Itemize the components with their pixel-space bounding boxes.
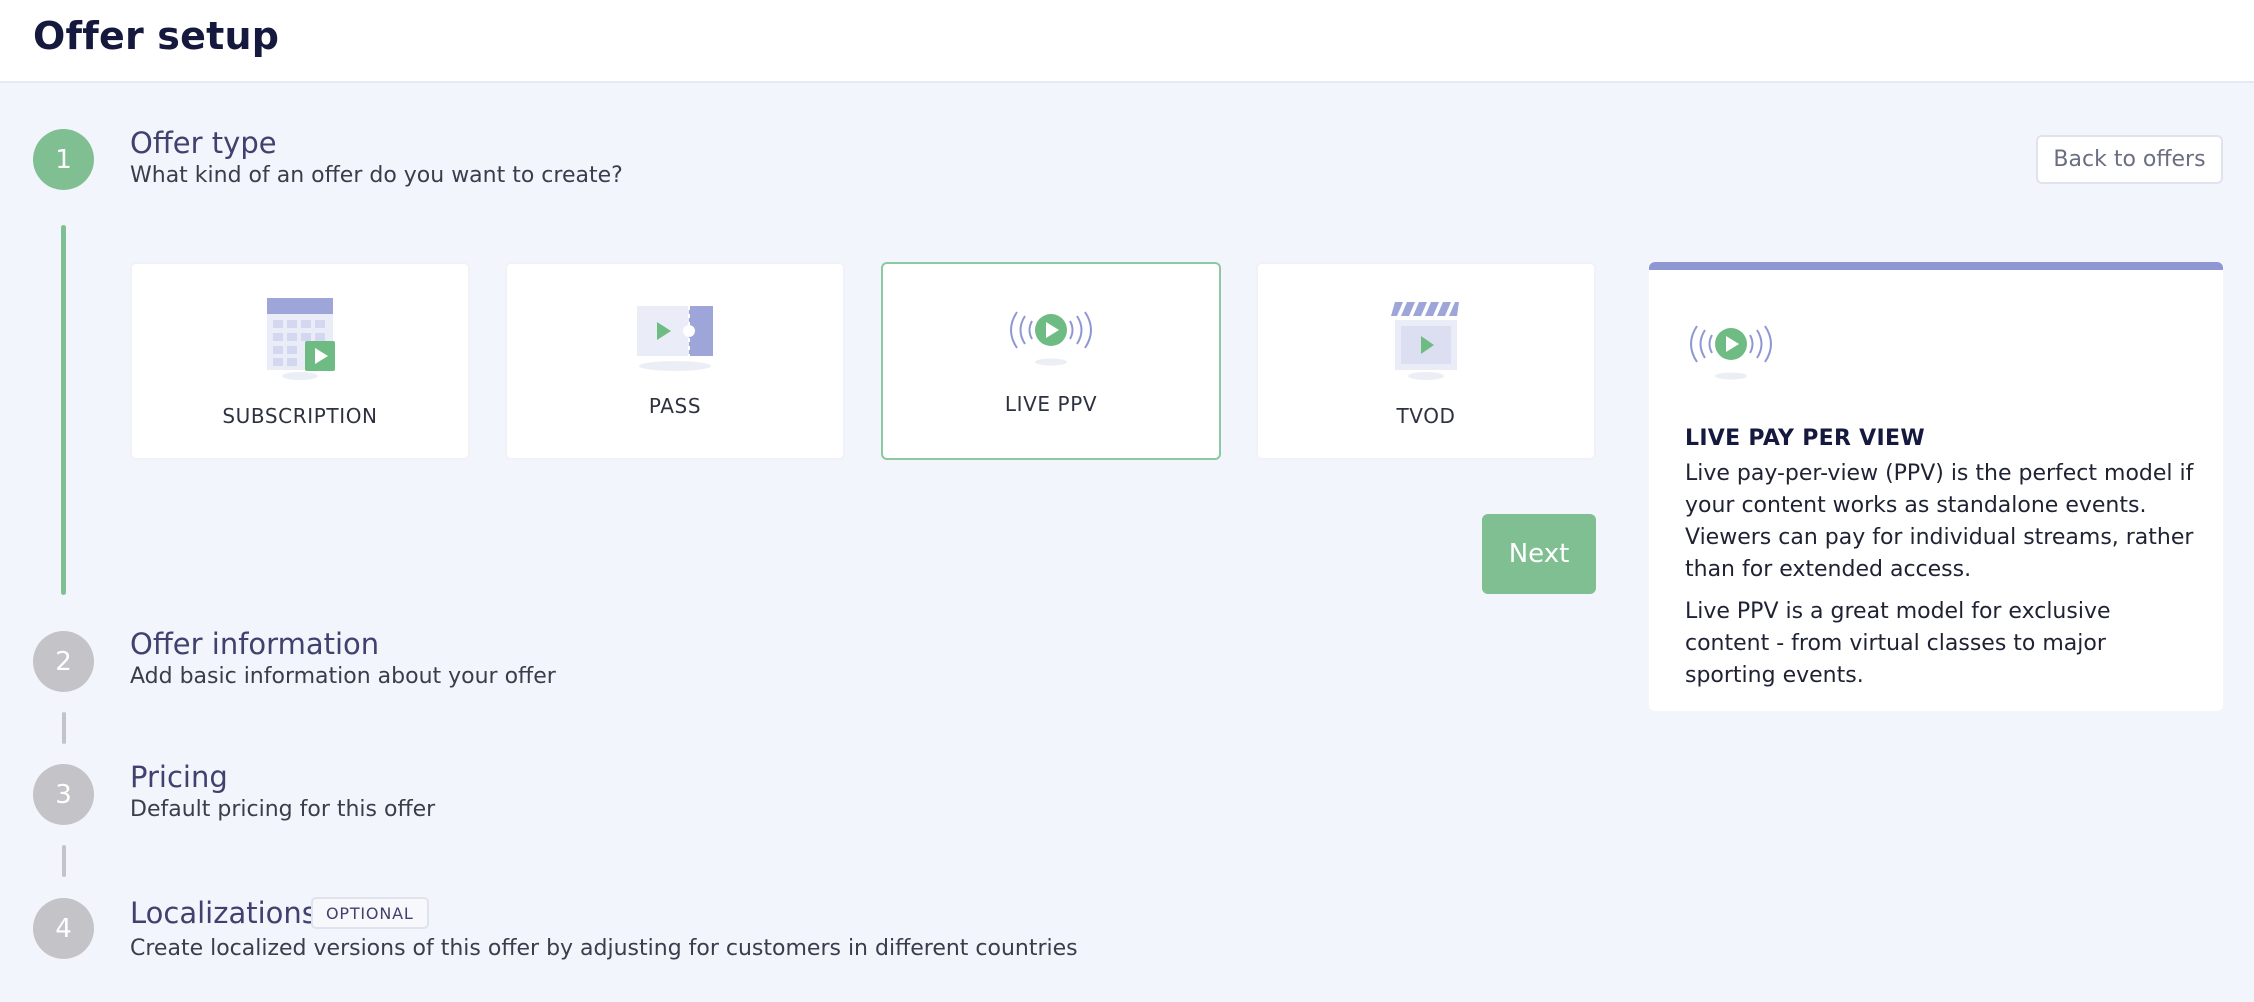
offer-type-card-pass[interactable]: PASS (505, 262, 845, 460)
offer-type-card-live-ppv[interactable]: LIVE PPV (881, 262, 1221, 460)
offer-type-label: TVOD (1396, 404, 1456, 428)
info-panel-title: LIVE PAY PER VIEW (1685, 426, 1925, 451)
step-3-title: Pricing (130, 760, 228, 794)
step-1-connector (61, 225, 66, 595)
calendar-play-icon (267, 298, 335, 380)
live-broadcast-icon (1690, 325, 1772, 380)
optional-badge: OPTIONAL (311, 897, 429, 929)
step-3-indicator: 3 (33, 764, 94, 825)
page-title: Offer setup (33, 14, 280, 58)
offer-type-card-tvod[interactable]: TVOD (1256, 262, 1596, 460)
offer-type-label: PASS (648, 394, 702, 418)
back-to-offers-button[interactable]: Back to offers (2036, 135, 2223, 184)
step-1-title: Offer type (130, 126, 277, 160)
offer-type-info-panel: LIVE PAY PER VIEW Live pay-per-view (PPV… (1649, 262, 2223, 711)
step-1-subtitle: What kind of an offer do you want to cre… (130, 163, 623, 188)
step-4-subtitle: Create localized versions of this offer … (130, 936, 1078, 961)
info-panel-accent-bar (1649, 262, 2223, 270)
page-header: Offer setup (0, 0, 2254, 83)
step-3-connector (62, 845, 66, 877)
info-panel-paragraph: Live pay-per-view (PPV) is the perfect m… (1685, 461, 2194, 582)
offer-type-card-subscription[interactable]: SUBSCRIPTION (130, 262, 470, 460)
step-2-subtitle: Add basic information about your offer (130, 664, 556, 689)
step-2-indicator: 2 (33, 631, 94, 692)
step-2-connector (62, 712, 66, 744)
next-button[interactable]: Next (1482, 514, 1596, 594)
step-1-indicator: 1 (33, 129, 94, 190)
step-4-indicator: 4 (33, 898, 94, 959)
step-3-subtitle: Default pricing for this offer (130, 797, 436, 822)
step-2-title: Offer information (130, 627, 380, 661)
clapperboard-icon (1391, 302, 1459, 380)
offer-type-label: SUBSCRIPTION (222, 404, 378, 428)
step-4-title: Localizations (130, 896, 317, 930)
live-broadcast-icon (1010, 311, 1092, 366)
info-panel-paragraph: Live PPV is a great model for exclusive … (1685, 599, 2111, 688)
ticket-play-icon (637, 306, 713, 371)
offer-type-label: LIVE PPV (1004, 392, 1098, 416)
